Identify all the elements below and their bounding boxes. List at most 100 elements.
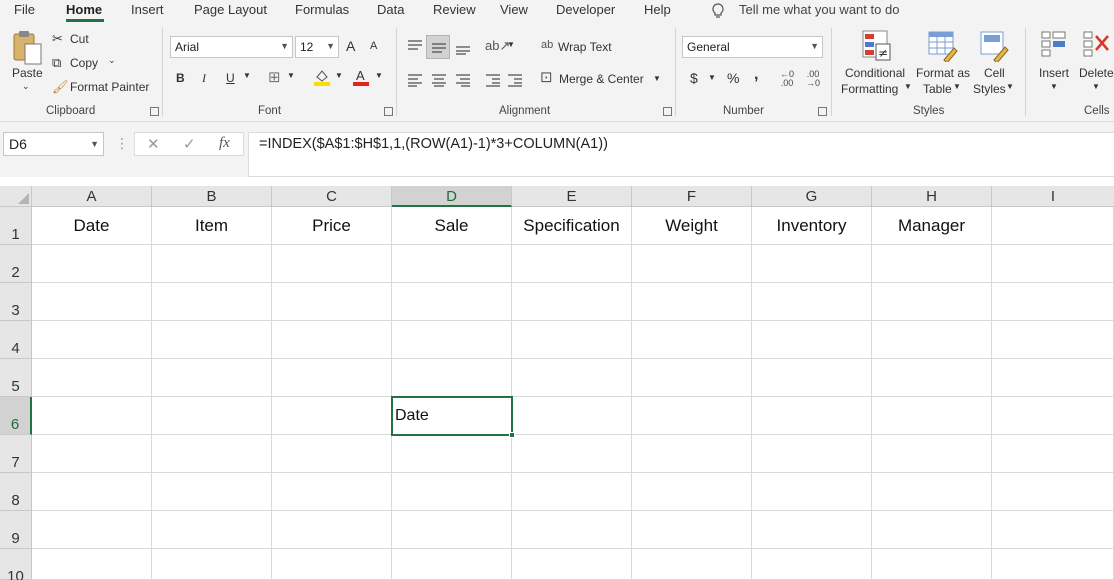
cancel-icon[interactable]: ✕ <box>147 135 160 153</box>
cell-e8[interactable] <box>512 473 632 511</box>
cell-e2[interactable] <box>512 245 632 283</box>
cell-e10[interactable] <box>512 549 632 580</box>
cell-e1[interactable]: Specification <box>512 207 632 245</box>
cell-b9[interactable] <box>152 511 272 549</box>
column-header-b[interactable]: B <box>152 186 272 207</box>
chevron-down-icon[interactable]: ▼ <box>1006 82 1014 91</box>
fill-handle[interactable] <box>509 432 515 438</box>
cell-g2[interactable] <box>752 245 872 283</box>
paste-button[interactable]: Paste <box>12 66 43 80</box>
cell-f6[interactable] <box>632 397 752 435</box>
cell-a8[interactable] <box>32 473 152 511</box>
format-painter-button[interactable]: Format Painter <box>70 80 149 94</box>
cell-h10[interactable] <box>872 549 992 580</box>
cell-a5[interactable] <box>32 359 152 397</box>
enter-check-icon[interactable]: ✓ <box>183 135 196 153</box>
row-header-1[interactable]: 1 <box>0 207 32 245</box>
font-name-combo[interactable]: Arial ▼ <box>170 36 293 58</box>
cell-h4[interactable] <box>872 321 992 359</box>
delete-cells-icon[interactable] <box>1082 30 1112 60</box>
cell-a7[interactable] <box>32 435 152 473</box>
cell-styles-icon[interactable] <box>980 30 1010 62</box>
cell-f4[interactable] <box>632 321 752 359</box>
cell-g6[interactable] <box>752 397 872 435</box>
conditional-formatting-icon[interactable]: ≠ <box>862 30 892 62</box>
cell-d5[interactable] <box>392 359 512 397</box>
cell-g1[interactable]: Inventory <box>752 207 872 245</box>
merge-center-button[interactable]: Merge & Center <box>559 72 644 86</box>
cell-e9[interactable] <box>512 511 632 549</box>
chevron-down-icon[interactable]: ▼ <box>1050 82 1058 91</box>
cell-h7[interactable] <box>872 435 992 473</box>
chevron-down-icon[interactable]: ▼ <box>243 71 251 80</box>
chevron-down-icon[interactable]: ▼ <box>904 82 912 91</box>
cell-c2[interactable] <box>272 245 392 283</box>
cell-b4[interactable] <box>152 321 272 359</box>
cell-g9[interactable] <box>752 511 872 549</box>
cell-i5[interactable] <box>992 359 1114 397</box>
cell-i8[interactable] <box>992 473 1114 511</box>
cell-f8[interactable] <box>632 473 752 511</box>
cell-b6[interactable] <box>152 397 272 435</box>
chevron-down-icon[interactable]: ▼ <box>653 74 661 83</box>
currency-button[interactable]: $ <box>690 70 698 86</box>
name-box[interactable]: D6 ▼ <box>3 132 104 156</box>
cell-i1[interactable] <box>992 207 1114 245</box>
cell-g10[interactable] <box>752 549 872 580</box>
column-header-d[interactable]: D <box>392 186 512 207</box>
horizontal-align-icons[interactable] <box>405 72 525 88</box>
percent-button[interactable]: % <box>727 70 739 86</box>
cell-c4[interactable] <box>272 321 392 359</box>
cell-a9[interactable] <box>32 511 152 549</box>
cell-f3[interactable] <box>632 283 752 321</box>
cell-styles-label-2[interactable]: Styles <box>973 82 1006 96</box>
menu-review[interactable]: Review <box>433 2 476 17</box>
cell-i10[interactable] <box>992 549 1114 580</box>
cell-styles-label[interactable]: Cell <box>984 66 1005 80</box>
column-header-a[interactable]: A <box>32 186 152 207</box>
cell-d10[interactable] <box>392 549 512 580</box>
row-header-4[interactable]: 4 <box>0 321 32 359</box>
column-header-e[interactable]: E <box>512 186 632 207</box>
cell-i7[interactable] <box>992 435 1114 473</box>
menu-page-layout[interactable]: Page Layout <box>194 2 267 17</box>
insert-cells-button[interactable]: Insert <box>1039 66 1069 80</box>
number-launcher-icon[interactable] <box>818 107 827 116</box>
delete-cells-button[interactable]: Delete <box>1079 66 1114 80</box>
cell-c7[interactable] <box>272 435 392 473</box>
formula-input[interactable]: =INDEX($A$1:$H$1,1,(ROW(A1)-1)*3+COLUMN(… <box>248 132 1114 177</box>
menu-insert[interactable]: Insert <box>131 2 164 17</box>
cell-g4[interactable] <box>752 321 872 359</box>
chevron-down-icon[interactable]: ▼ <box>953 82 961 91</box>
cell-h6[interactable] <box>872 397 992 435</box>
row-header-2[interactable]: 2 <box>0 245 32 283</box>
cell-b5[interactable] <box>152 359 272 397</box>
fill-color-icon[interactable] <box>313 68 331 86</box>
cell-f7[interactable] <box>632 435 752 473</box>
clipboard-launcher-icon[interactable] <box>150 107 159 116</box>
menu-developer[interactable]: Developer <box>556 2 615 17</box>
cell-h9[interactable] <box>872 511 992 549</box>
chevron-down-icon[interactable]: ▼ <box>335 71 343 80</box>
cell-d8[interactable] <box>392 473 512 511</box>
row-header-5[interactable]: 5 <box>0 359 32 397</box>
cell-c6[interactable] <box>272 397 392 435</box>
row-header-10[interactable]: 10 <box>0 549 32 580</box>
cell-i4[interactable] <box>992 321 1114 359</box>
tell-me-search[interactable]: Tell me what you want to do <box>739 2 899 17</box>
cell-h8[interactable] <box>872 473 992 511</box>
grow-font-button[interactable]: A <box>346 38 355 54</box>
cell-a1[interactable]: Date <box>32 207 152 245</box>
copy-button[interactable]: Copy <box>70 56 98 70</box>
cell-c5[interactable] <box>272 359 392 397</box>
cell-e6[interactable] <box>512 397 632 435</box>
column-header-f[interactable]: F <box>632 186 752 207</box>
italic-button[interactable]: I <box>202 71 206 86</box>
cell-i9[interactable] <box>992 511 1114 549</box>
cell-d1[interactable]: Sale <box>392 207 512 245</box>
chevron-down-icon[interactable]: ▼ <box>708 73 716 82</box>
cell-f10[interactable] <box>632 549 752 580</box>
conditional-formatting-label-2[interactable]: Formatting <box>841 82 898 96</box>
copy-dropdown-icon[interactable]: ⌄ <box>108 55 116 66</box>
row-header-9[interactable]: 9 <box>0 511 32 549</box>
